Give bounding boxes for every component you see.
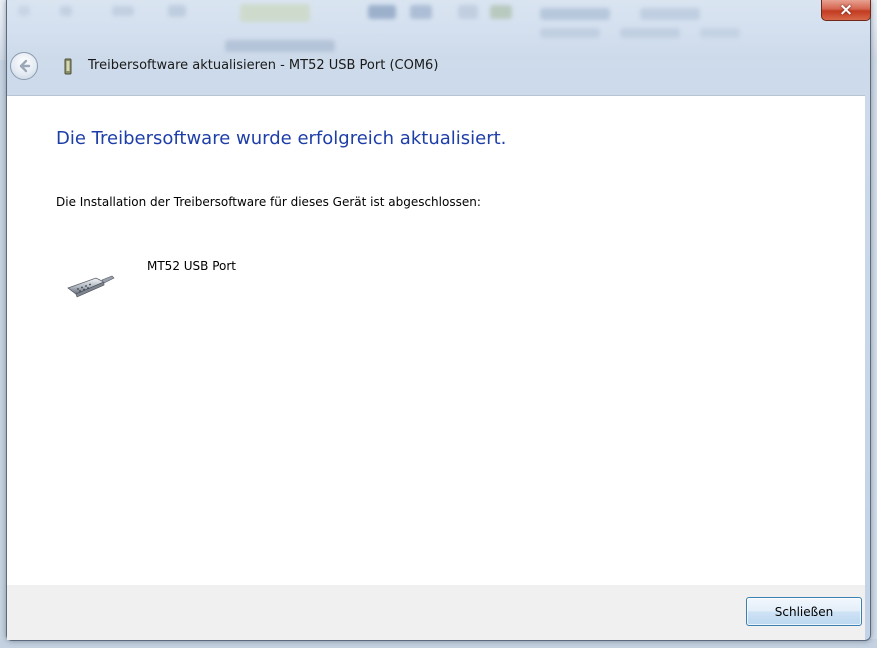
close-dialog-button[interactable]: Schließen: [746, 597, 862, 626]
device-name: MT52 USB Port: [147, 259, 237, 273]
dialog-footer: [7, 585, 865, 640]
back-button[interactable]: [10, 52, 38, 80]
content-area: [7, 95, 865, 586]
close-icon: ×: [838, 0, 854, 20]
page-heading: Die Treibersoftware wurde erfolgreich ak…: [56, 128, 507, 149]
description-text: Die Installation der Treibersoftware für…: [56, 195, 481, 209]
window-close-button[interactable]: ×: [821, 0, 871, 21]
serial-port-icon: [67, 275, 115, 298]
back-arrow-icon: [19, 59, 31, 73]
window-title: Treibersoftware aktualisieren - MT52 USB…: [88, 58, 439, 73]
device-icon: [64, 58, 72, 75]
